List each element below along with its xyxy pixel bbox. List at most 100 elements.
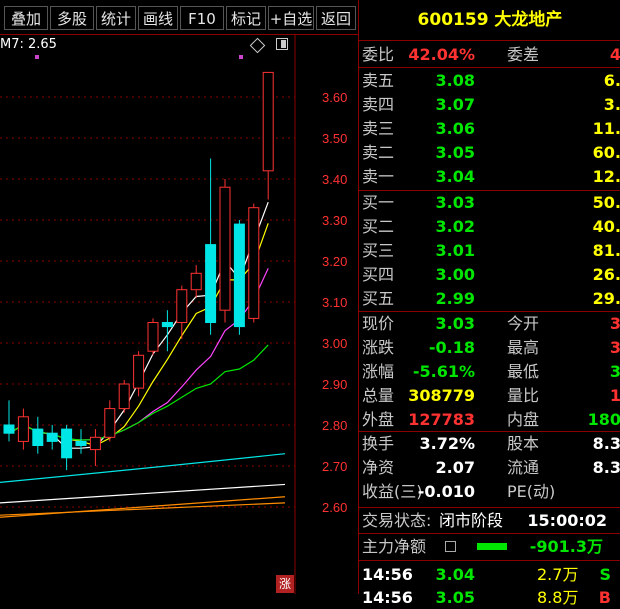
finance-row: 收益(三) -0.010 PE(动) xyxy=(359,480,620,503)
netflow-bar xyxy=(477,543,507,550)
stat-label: 内盘 xyxy=(507,410,540,429)
buy-price: 3.01 xyxy=(435,241,475,260)
statistics-button[interactable]: 统计 xyxy=(96,6,136,30)
candle[interactable] xyxy=(190,265,202,298)
buy-row[interactable]: 买五 2.99 29. xyxy=(359,287,620,310)
netflow-value: -901.3万 xyxy=(529,537,603,556)
price-tick-label: 3.20 xyxy=(322,254,347,269)
sell-label: 卖一 xyxy=(362,167,395,186)
sell-volume: 11. xyxy=(592,119,620,138)
f10-button[interactable]: F10 xyxy=(180,6,224,30)
price-tick-label: 3.50 xyxy=(322,131,347,146)
sell-volume: 6. xyxy=(603,71,620,90)
candle[interactable] xyxy=(61,425,73,471)
stat-value: 3 xyxy=(609,314,620,333)
candle[interactable] xyxy=(104,400,116,442)
weicha-label: 委差 xyxy=(507,45,540,64)
sell-price: 3.07 xyxy=(435,95,475,114)
sell-row[interactable]: 卖五 3.08 6. xyxy=(359,69,620,92)
buy-label: 买一 xyxy=(362,193,395,212)
stat-value: -0.18 xyxy=(428,338,475,357)
moving-average-line xyxy=(0,453,286,483)
status-value: 闭市阶段 xyxy=(439,511,504,530)
candle[interactable] xyxy=(89,429,101,466)
candle[interactable] xyxy=(46,425,58,450)
stat-label: 量比 xyxy=(507,386,540,405)
candle[interactable] xyxy=(147,318,159,356)
multi-stock-button[interactable]: 多股 xyxy=(50,6,94,30)
tick-volume: 8.8万 xyxy=(537,588,579,607)
tick-row[interactable]: 14:56 3.04 2.7万 S xyxy=(359,563,620,586)
sell-price: 3.04 xyxy=(435,167,475,186)
sell-label: 卖三 xyxy=(362,119,395,138)
stat-value: 308779 xyxy=(408,386,475,405)
candle[interactable] xyxy=(219,179,231,323)
sell-label: 卖四 xyxy=(362,95,395,114)
list-icon[interactable] xyxy=(445,541,456,552)
buy-label: 买三 xyxy=(362,241,395,260)
stat-label: 涨幅 xyxy=(362,362,395,381)
add-watchlist-button[interactable]: +自选 xyxy=(268,6,314,30)
stat-row: 涨跌 -0.18 最高 3 xyxy=(359,336,620,359)
stat-label: 现价 xyxy=(362,314,395,333)
draw-line-button[interactable]: 画线 xyxy=(138,6,178,30)
candle[interactable] xyxy=(3,400,15,442)
chart-toolbar: 叠加 多股 统计 画线 F10 标记 +自选 返回 xyxy=(0,0,358,34)
stat-value: 1 xyxy=(609,386,620,405)
divider xyxy=(359,67,620,68)
buy-row[interactable]: 买四 3.00 26. xyxy=(359,263,620,286)
finance-value: 2.07 xyxy=(435,458,475,477)
buy-row[interactable]: 买二 3.02 40. xyxy=(359,215,620,238)
back-button[interactable]: 返回 xyxy=(316,6,356,30)
sell-price: 3.08 xyxy=(435,71,475,90)
sell-row[interactable]: 卖二 3.05 60. xyxy=(359,141,620,164)
divider xyxy=(359,40,620,41)
buy-volume: 50. xyxy=(592,193,620,212)
limit-badge: 涨 xyxy=(276,575,294,593)
stat-row: 涨幅 -5.61% 最低 3 xyxy=(359,360,620,383)
candle[interactable] xyxy=(262,71,274,200)
tick-volume: 2.7万 xyxy=(537,565,579,584)
finance-label: 收益(三) xyxy=(362,482,423,501)
tick-side: B xyxy=(598,588,611,607)
tick-row[interactable]: 14:56 3.05 8.8万 B xyxy=(359,586,620,609)
finance-label: 净资 xyxy=(362,458,395,477)
candle[interactable] xyxy=(248,203,260,323)
candle[interactable] xyxy=(32,416,44,454)
mark-button[interactable]: 标记 xyxy=(226,6,266,30)
stat-value: 180 xyxy=(587,410,620,429)
candle[interactable] xyxy=(118,379,130,413)
divider xyxy=(359,560,620,561)
weibi-value: 42.04% xyxy=(408,45,475,64)
finance-value: -0.010 xyxy=(417,482,475,501)
candle[interactable] xyxy=(75,429,87,454)
buy-volume: 40. xyxy=(592,217,620,236)
sell-label: 卖二 xyxy=(362,143,395,162)
stat-value: -5.61% xyxy=(412,362,475,381)
buy-price: 3.03 xyxy=(435,193,475,212)
stat-label: 最低 xyxy=(507,362,540,381)
candle[interactable] xyxy=(161,310,173,352)
finance-value: 8.3 xyxy=(592,434,620,453)
stat-value: 127783 xyxy=(408,410,475,429)
price-tick-label: 3.60 xyxy=(322,90,347,105)
candle[interactable] xyxy=(205,158,217,335)
tick-price: 3.04 xyxy=(435,565,475,584)
sell-price: 3.06 xyxy=(435,119,475,138)
candle[interactable] xyxy=(17,408,29,450)
buy-row[interactable]: 买三 3.01 81. xyxy=(359,239,620,262)
overlay-button[interactable]: 叠加 xyxy=(4,6,48,30)
sell-row[interactable]: 卖一 3.04 12. xyxy=(359,165,620,188)
buy-row[interactable]: 买一 3.03 50. xyxy=(359,191,620,214)
buy-price: 3.02 xyxy=(435,217,475,236)
sell-row[interactable]: 卖四 3.07 3. xyxy=(359,93,620,116)
sell-row[interactable]: 卖三 3.06 11. xyxy=(359,117,620,140)
divider xyxy=(359,507,620,508)
stat-value: 3 xyxy=(609,362,620,381)
candlestick-chart[interactable]: 3.60 3.50 3.40 3.30 3.20 3.10 3.00 2.90 2.80 2.70… xyxy=(0,35,358,594)
price-tick-label: 2.90 xyxy=(322,377,347,392)
sell-volume: 60. xyxy=(592,143,620,162)
quote-panel: 600159 大龙地产 委比 42.04% 委差 4 卖五 3.08 6. 卖四 3.0… xyxy=(358,0,620,607)
weicha-value: 4 xyxy=(609,45,620,64)
candle[interactable] xyxy=(233,220,245,335)
